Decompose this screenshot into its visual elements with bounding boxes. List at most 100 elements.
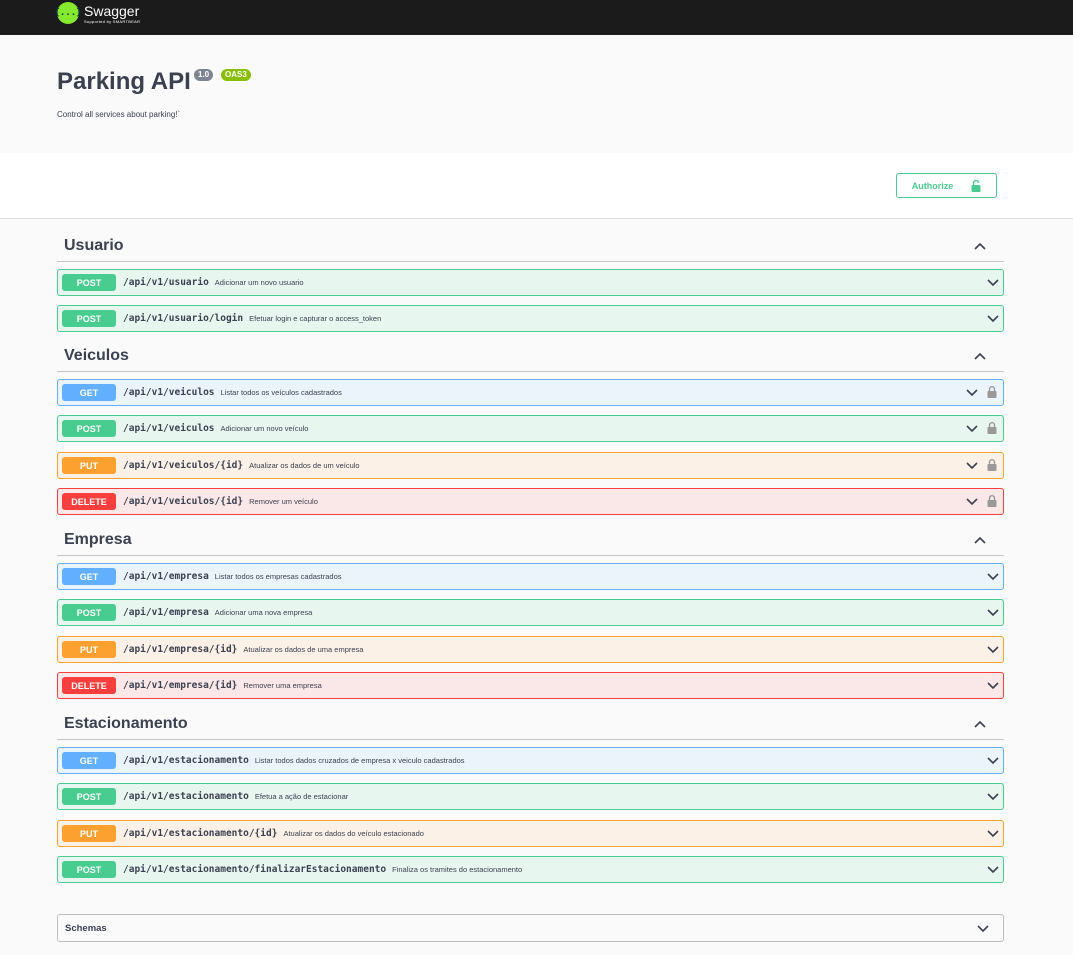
chevron-up-icon <box>974 536 986 544</box>
chevron-down-icon <box>987 573 999 581</box>
tag-section-header[interactable]: Empresa <box>57 526 1004 556</box>
operation-summary: Listar todos dados cruzados de empresa x… <box>254 756 465 765</box>
operation-row[interactable]: PUT/api/v1/estacionamento/{id} Atualizar … <box>57 820 1004 847</box>
operation-path: /api/v1/estacionamento/finalizarEstacion… <box>123 864 387 875</box>
operation-summary: Efetuar login e capturar o access_token <box>249 314 382 323</box>
method-badge: DELETE <box>62 677 116 694</box>
logo-text: Swagger Supported by SMARTBEAR <box>84 3 140 24</box>
operation-summary: Listar todos os empresas cadastrados <box>214 572 342 581</box>
schemas-section[interactable]: Schemas <box>57 914 1004 942</box>
chevron-down-icon <box>966 462 978 470</box>
chevron-down-icon <box>966 389 978 397</box>
chevron-up-icon <box>974 352 986 360</box>
tag-section-header[interactable]: Estacionamento <box>57 710 1004 740</box>
tag-name: Estacionamento <box>64 715 188 732</box>
chevron-down-icon <box>987 646 999 654</box>
operation-path: /api/v1/empresa <box>123 571 209 582</box>
chevron-down-icon <box>987 315 999 323</box>
operation-row[interactable]: POST/api/v1/estacionamento Efetua a ação … <box>57 783 1004 810</box>
operation-path: /api/v1/veiculos/{id} <box>123 496 244 507</box>
chevron-down-icon <box>966 498 978 506</box>
chevron-down-icon <box>977 925 989 933</box>
lock-icon[interactable] <box>987 422 997 434</box>
method-badge: POST <box>62 861 116 878</box>
operation-path: /api/v1/empresa/{id} <box>123 680 238 691</box>
lock-icon[interactable] <box>987 495 997 507</box>
chevron-down-icon <box>987 866 999 874</box>
operation-summary: Adicionar um novo usuario <box>214 278 304 287</box>
operation-path: /api/v1/estacionamento <box>123 791 249 802</box>
operation-path: /api/v1/veiculos <box>123 387 215 398</box>
operation-path: /api/v1/empresa/{id} <box>123 644 238 655</box>
operation-summary: Efetua a ação de estacionar <box>254 792 349 801</box>
operation-row[interactable]: GET/api/v1/estacionamento Listar todos da… <box>57 747 1004 774</box>
operation-summary: Atualizar os dados de uma empresa <box>243 645 364 654</box>
operation-summary: Adicionar um novo veículo <box>220 424 309 433</box>
schemas-label: Schemas <box>65 923 107 934</box>
method-badge: PUT <box>62 457 116 474</box>
chevron-up-icon <box>974 242 986 250</box>
lock-icon[interactable] <box>987 386 997 398</box>
logo-subtitle: Supported by SMARTBEAR <box>84 18 141 24</box>
method-badge: GET <box>62 752 116 769</box>
method-badge: POST <box>62 310 116 327</box>
method-badge: PUT <box>62 641 116 658</box>
operation-row[interactable]: POST/api/v1/usuario Adicionar um novo usu… <box>57 269 1004 296</box>
method-badge: POST <box>62 604 116 621</box>
operation-summary: Adicionar uma nova empresa <box>214 608 313 617</box>
chevron-down-icon <box>987 757 999 765</box>
tag-section-header[interactable]: Usuario <box>57 232 1004 262</box>
api-info: Parking API 1.0 OAS3 Control all service… <box>0 35 1073 153</box>
authorize-label: Authorize <box>911 180 954 191</box>
chevron-down-icon <box>987 793 999 801</box>
operation-row[interactable]: POST/api/v1/veiculos Adicionar um novo ve… <box>57 415 1004 442</box>
chevron-down-icon <box>987 609 999 617</box>
operation-row[interactable]: POST/api/v1/usuario/login Efetuar login e… <box>57 305 1004 332</box>
operation-row[interactable]: POST/api/v1/empresa Adicionar uma nova em… <box>57 599 1004 626</box>
method-badge: POST <box>62 274 116 291</box>
operation-summary: Finaliza os tramites do estacionamento <box>392 865 523 874</box>
method-badge: PUT <box>62 825 116 842</box>
tag-name: Empresa <box>64 531 132 548</box>
oas-badge: OAS3 <box>221 69 251 81</box>
method-badge: GET <box>62 568 116 585</box>
chevron-up-icon <box>974 720 986 728</box>
operation-path: /api/v1/veiculos <box>123 423 215 434</box>
tag-section-header[interactable]: Veiculos <box>57 342 1004 372</box>
version-badge: 1.0 <box>194 69 214 81</box>
swagger-logo[interactable]: {...} Swagger Supported by SMARTBEAR <box>54 2 140 24</box>
tag-name: Usuario <box>64 237 124 254</box>
operation-row[interactable]: POST/api/v1/estacionamento/finalizarEsta… <box>57 856 1004 883</box>
operation-row[interactable]: DELETE/api/v1/veiculos/{id} Remover um ve… <box>57 488 1004 515</box>
api-description: Control all services about parking!` <box>57 110 181 119</box>
logo-name: Swagger <box>84 2 140 19</box>
operation-path: /api/v1/usuario <box>123 277 209 288</box>
method-badge: DELETE <box>62 493 116 510</box>
operation-row[interactable]: PUT/api/v1/veiculos/{id} Atualizar os dad… <box>57 452 1004 479</box>
operation-path: /api/v1/empresa <box>123 607 209 618</box>
tag-name: Veiculos <box>64 347 129 364</box>
operation-path: /api/v1/usuario/login <box>123 313 244 324</box>
operation-row[interactable]: GET/api/v1/empresa Listar todos os empres… <box>57 563 1004 590</box>
operation-summary: Listar todos os veículos cadastrados <box>220 388 342 397</box>
operation-path: /api/v1/veiculos/{id} <box>123 460 244 471</box>
method-badge: GET <box>62 384 116 401</box>
chevron-down-icon <box>987 279 999 287</box>
operation-summary: Atualizar os dados de um veículo <box>249 461 360 470</box>
operation-row[interactable]: PUT/api/v1/empresa/{id} Atualizar os dado… <box>57 636 1004 663</box>
operation-path: /api/v1/estacionamento <box>123 755 249 766</box>
scheme-container: Authorize <box>0 153 1073 219</box>
top-bar: {...} Swagger Supported by SMARTBEAR <box>0 0 1073 35</box>
lock-open-icon <box>971 179 981 192</box>
page-title: Parking API <box>57 68 191 95</box>
chevron-down-icon <box>987 682 999 690</box>
chevron-down-icon <box>987 830 999 838</box>
method-badge: POST <box>62 788 116 805</box>
authorize-button[interactable]: Authorize <box>896 173 997 198</box>
method-badge: POST <box>62 420 116 437</box>
chevron-down-icon <box>966 425 978 433</box>
operation-row[interactable]: DELETE/api/v1/empresa/{id} Remover uma em… <box>57 672 1004 699</box>
operation-row[interactable]: GET/api/v1/veiculos Listar todos os veícu… <box>57 379 1004 406</box>
operation-summary: Remover uma empresa <box>243 681 322 690</box>
lock-icon[interactable] <box>987 459 997 471</box>
